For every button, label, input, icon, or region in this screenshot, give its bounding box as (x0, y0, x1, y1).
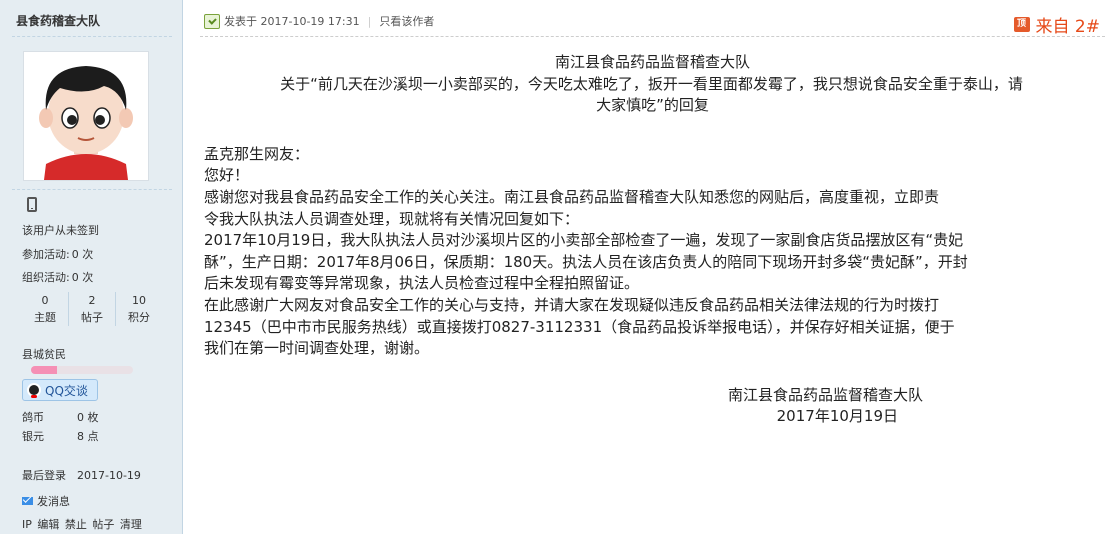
only-author-link[interactable]: 只看该作者 (379, 13, 434, 29)
author-username[interactable]: 县食药稽查大队 (16, 12, 100, 29)
reply-subject-line: 关于“前几天在沙溪坝一小卖部买的，今天吃太难吃了，扳开一看里面都发霉了，我只想说… (280, 74, 1023, 93)
stat-label: 积分 (128, 311, 150, 324)
floor-number[interactable]: 来自 2# (1036, 12, 1100, 37)
body-line: 12345（巴中市市民服务热线）或直接拨打0827-3112331（食品药品投诉… (204, 317, 955, 336)
divider (12, 36, 172, 37)
last-login-label: 最后登录 (22, 469, 66, 482)
body-line: 您好！ (204, 166, 250, 185)
post-body: 孟克那生网友： 您好！ 感谢您对我县食品药品安全工作的关心关注。南江县食品药品监… (204, 144, 1101, 360)
activities-joined-label: 参加活动: (22, 248, 70, 261)
qq-chat-label: QQ交谈 (45, 383, 88, 398)
post-content: 南江县食品药品监督稽查大队 关于“前几天在沙溪坝一小卖部买的，今天吃太难吃了，扳… (204, 52, 1101, 428)
stat-points[interactable]: 10 积分 (115, 292, 162, 326)
stat-number: 10 (132, 294, 146, 307)
body-line: 2017年10月19日，我大队执法人员对沙溪坝片区的小卖部全部检查了一遍，发现了… (204, 231, 964, 250)
stat-threads[interactable]: 0 主题 (22, 292, 68, 326)
bump-icon[interactable]: 顶 (1013, 17, 1030, 32)
divider (200, 36, 1105, 37)
admin-tools[interactable]: IP 编辑 禁止 帖子 清理 (22, 516, 142, 532)
stat-number: 0 (41, 294, 49, 307)
avatar[interactable] (23, 51, 149, 181)
gold-value: 0 枚 (77, 411, 99, 424)
reply-subject-line: 大家慎吃”的回复 (596, 96, 709, 115)
silver-value: 8 点 (77, 430, 99, 443)
rank-progress-fill (31, 366, 57, 374)
divider: | (367, 14, 372, 28)
post-header: 发表于 2017-10-19 17:31 | 只看该作者 (204, 13, 434, 29)
body-line: 令我大队执法人员调查处理，现就将有关情况回复如下： (204, 209, 580, 228)
reply-org-title: 南江县食品药品监督稽查大队 (554, 53, 750, 71)
activities-organized-value: 0 次 (71, 271, 94, 284)
post-time: 发表于 2017-10-19 17:31 (224, 15, 360, 28)
mobile-icon (27, 197, 37, 212)
signature-date: 2017年10月19日 (776, 407, 898, 426)
body-line: 在此感谢广大网友对食品安全工作的关心与支持，并请大家在发现疑似违反食品药品相关法… (204, 295, 940, 314)
body-line: 酥”，生产日期：2017年8月06日，保质期：180天。执法人员在该店负责人的陪… (204, 252, 968, 271)
body-line: 感谢您对我县食品药品安全工作的关心关注。南江县食品药品监督稽查大队知悉您的网贴后… (204, 187, 940, 206)
author-sidebar: 县食药稽查大队 该用户从未签到 参加活动:0 次 组织活动:0 次 0 主题 (0, 0, 183, 534)
rank-progress-bar (31, 366, 133, 374)
floor-indicator: 顶 来自 2# (1013, 12, 1100, 37)
activities-organized-label: 组织活动: (22, 271, 70, 284)
post-main: 发表于 2017-10-19 17:31 | 只看该作者 顶 来自 2# 南江县… (184, 0, 1119, 534)
checkin-status: 该用户从未签到 (22, 224, 99, 237)
divider (12, 189, 172, 190)
silver-label: 银元 (22, 430, 44, 443)
stat-label: 主题 (34, 311, 56, 324)
qq-penguin-icon (27, 383, 41, 398)
body-line: 孟克那生网友： (204, 144, 310, 163)
avatar-image (24, 52, 148, 180)
silver-coins: 银元 8 点 (22, 428, 99, 444)
user-rank[interactable]: 县城贫民 (22, 346, 66, 362)
gold-label: 鸽币 (22, 411, 44, 424)
body-line: 我们在第一时间调查处理，谢谢。 (204, 339, 430, 358)
activities-joined: 参加活动: 0 次 (22, 246, 93, 262)
stat-posts[interactable]: 2 帖子 (68, 292, 115, 326)
send-message-label: 发消息 (37, 495, 70, 508)
signature-org: 南江县食品药品监督稽查大队 (727, 385, 923, 404)
qq-chat-button[interactable]: QQ交谈 (22, 379, 98, 401)
last-login-value: 2017-10-19 (77, 469, 141, 482)
stat-number: 2 (88, 294, 96, 307)
stat-label: 帖子 (81, 311, 103, 324)
activities-joined-value: 0 次 (71, 248, 94, 261)
gold-coins: 鸽币 0 枚 (22, 409, 99, 425)
send-message-link[interactable]: 发消息 (22, 493, 70, 509)
user-stats: 0 主题 2 帖子 10 积分 (22, 292, 162, 326)
online-status-icon (204, 13, 220, 29)
body-line: 后未发现有霉变等异常现象，执法人员检查过程中全程拍照留证。 (204, 274, 640, 293)
last-login: 最后登录 2017-10-19 (22, 467, 141, 483)
mail-icon (22, 497, 33, 505)
activities-organized: 组织活动: 0 次 (22, 269, 93, 285)
